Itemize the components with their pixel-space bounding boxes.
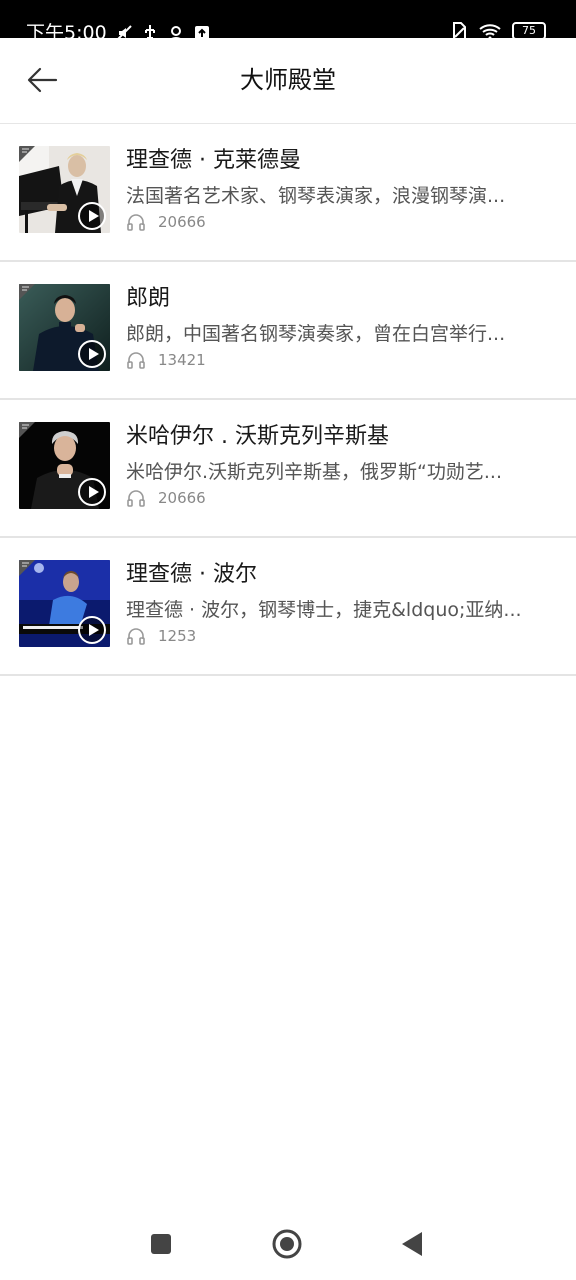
corner-badge-icon: [19, 284, 35, 300]
corner-badge-icon: [19, 560, 35, 576]
item-meta: 20666: [126, 212, 206, 232]
play-button[interactable]: [78, 202, 106, 230]
back-triangle-icon: [402, 1232, 422, 1256]
master-list: 理查德 · 克莱德曼 法国著名艺术家、钢琴表演家，浪漫钢琴演... 20666: [0, 124, 576, 676]
item-meta: 20666: [126, 488, 206, 508]
home-circle-icon: [272, 1229, 302, 1259]
play-count: 1253: [158, 627, 197, 645]
item-meta: 13421: [126, 350, 206, 370]
status-bar: 下午5:00 75: [0, 0, 576, 38]
play-button[interactable]: [78, 340, 106, 368]
play-icon: [89, 348, 99, 360]
system-nav-bar: [0, 1208, 576, 1280]
upload-icon: [194, 26, 209, 38]
page-title: 大师殿堂: [240, 66, 336, 94]
item-description: 米哈伊尔.沃斯克列辛斯基，俄罗斯“功勋艺...: [126, 461, 503, 483]
thumbnail[interactable]: [19, 284, 110, 371]
headphone-icon: [127, 352, 145, 369]
list-item[interactable]: 郎朗 郎朗，中国著名钢琴演奏家，曾在白宫举行... 13421: [0, 262, 576, 400]
item-description: 郎朗，中国著名钢琴演奏家，曾在白宫举行...: [126, 323, 506, 345]
list-item[interactable]: 理查德 · 波尔 理查德 · 波尔，钢琴博士，捷克&ldquo;亚纳... 12…: [0, 538, 576, 676]
list-item[interactable]: 米哈伊尔 . 沃斯克列辛斯基 米哈伊尔.沃斯克列辛斯基，俄罗斯“功勋艺... 2…: [0, 400, 576, 538]
mute-icon: [117, 25, 132, 38]
play-icon: [89, 486, 99, 498]
usb-icon: [144, 25, 155, 38]
headphone-icon: [127, 214, 145, 231]
play-button[interactable]: [78, 478, 106, 506]
item-meta: 1253: [126, 626, 196, 646]
play-icon: [89, 210, 99, 222]
headphone-icon: [127, 628, 145, 645]
nav-back-button[interactable]: [396, 1228, 428, 1260]
list-item[interactable]: 理查德 · 克莱德曼 法国著名艺术家、钢琴表演家，浪漫钢琴演... 20666: [0, 124, 576, 262]
battery-icon: 75: [512, 22, 546, 38]
thumbnail[interactable]: [19, 422, 110, 509]
item-title: 理查德 · 克莱德曼: [126, 148, 301, 173]
sim-icon: [453, 22, 466, 38]
play-button[interactable]: [78, 616, 106, 644]
play-count: 13421: [158, 351, 206, 369]
recents-button[interactable]: [145, 1228, 177, 1260]
thumbnail[interactable]: [19, 146, 110, 233]
status-left: 下午5:00: [26, 22, 211, 38]
location-icon: [170, 26, 181, 38]
play-count: 20666: [158, 489, 206, 507]
corner-badge-icon: [19, 146, 35, 162]
item-description: 法国著名艺术家、钢琴表演家，浪漫钢琴演...: [126, 185, 506, 207]
status-right: 75: [450, 22, 546, 38]
item-description: 理查德 · 波尔，钢琴博士，捷克&ldquo;亚纳...: [126, 599, 522, 621]
thumbnail[interactable]: [19, 560, 110, 647]
play-count: 20666: [158, 213, 206, 231]
wifi-icon: [479, 24, 501, 38]
status-time: 下午5:00: [26, 22, 107, 38]
headphone-icon: [127, 490, 145, 507]
header: 大师殿堂: [0, 38, 576, 124]
item-title: 郎朗: [126, 286, 171, 311]
recents-square-icon: [151, 1234, 171, 1254]
home-button[interactable]: [271, 1228, 303, 1260]
play-icon: [89, 624, 99, 636]
item-title: 理查德 · 波尔: [126, 562, 257, 587]
corner-badge-icon: [19, 422, 35, 438]
item-title: 米哈伊尔 . 沃斯克列辛斯基: [126, 424, 389, 449]
